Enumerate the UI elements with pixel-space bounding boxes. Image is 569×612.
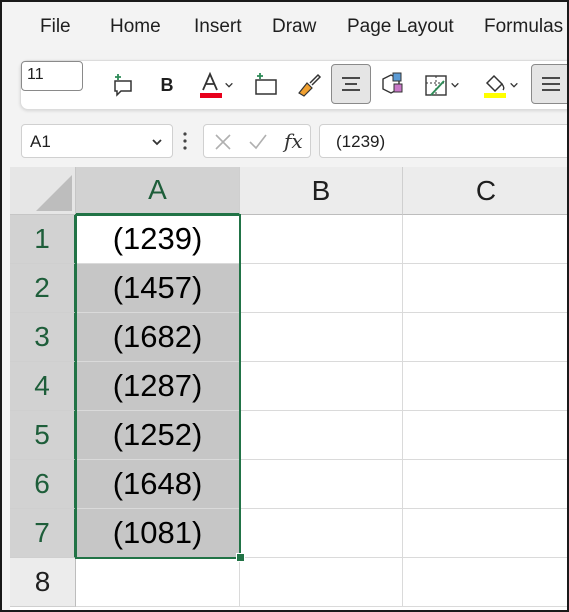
- font-size-dropdown[interactable]: 11: [21, 61, 567, 91]
- cell-a2[interactable]: (1457): [76, 264, 240, 313]
- align-lines-icon: [542, 77, 560, 91]
- formula-buttons: fx: [203, 124, 311, 158]
- chevron-down-icon: [451, 82, 459, 88]
- cell-c3[interactable]: [403, 313, 567, 362]
- tab-insert[interactable]: Insert: [194, 16, 242, 38]
- insert-cells-icon: [255, 73, 277, 95]
- chevron-down-icon: [510, 82, 518, 88]
- excel-window: File Home Insert Draw Page Layout Formul…: [0, 0, 569, 612]
- borders-button[interactable]: [419, 68, 463, 102]
- chevron-down-icon: [152, 139, 162, 146]
- bold-label: B: [160, 74, 174, 95]
- cell-a1[interactable]: (1239): [76, 215, 240, 264]
- cell-b4[interactable]: [240, 362, 403, 411]
- align-center-button[interactable]: [331, 64, 371, 104]
- cell-a4[interactable]: (1287): [76, 362, 240, 411]
- select-all-button[interactable]: [10, 167, 76, 215]
- row-header-3[interactable]: 3: [10, 313, 76, 362]
- cell-styles-button[interactable]: [377, 68, 409, 102]
- font-color-icon: [200, 71, 222, 98]
- font-size-value: 11: [27, 66, 44, 83]
- tab-home[interactable]: Home: [110, 16, 161, 38]
- tab-page-layout[interactable]: Page Layout: [347, 16, 454, 38]
- spreadsheet-grid: A B C 1 (1239) 2 (1457) 3 (1682) 4 (1287) 5 (1252…: [10, 167, 567, 610]
- cell-b5[interactable]: [240, 411, 403, 460]
- borders-icon: [425, 75, 447, 96]
- cell-b7[interactable]: [240, 509, 403, 558]
- cell-b3[interactable]: [240, 313, 403, 362]
- fill-color-button[interactable]: [477, 68, 523, 102]
- cell-a7[interactable]: (1081): [76, 509, 240, 558]
- column-header-b[interactable]: B: [240, 167, 403, 215]
- cell-b2[interactable]: [240, 264, 403, 313]
- cell-c8[interactable]: [403, 558, 567, 607]
- cell-a5[interactable]: (1252): [76, 411, 240, 460]
- bold-button[interactable]: B: [155, 68, 179, 102]
- column-header-a[interactable]: A: [76, 167, 240, 215]
- enter-check-icon[interactable]: [248, 133, 268, 151]
- tab-draw[interactable]: Draw: [272, 16, 316, 38]
- cell-a6[interactable]: (1648): [76, 460, 240, 509]
- ribbon-toolbar: 11 B: [20, 60, 567, 110]
- font-color-button[interactable]: [195, 68, 237, 102]
- cell-a8[interactable]: [76, 558, 240, 607]
- row-header-4[interactable]: 4: [10, 362, 76, 411]
- cell-a3[interactable]: (1682): [76, 313, 240, 362]
- select-all-triangle-icon: [36, 175, 72, 211]
- cell-c4[interactable]: [403, 362, 567, 411]
- name-box-value: A1: [30, 132, 51, 151]
- row-header-2[interactable]: 2: [10, 264, 76, 313]
- cell-b1[interactable]: [240, 215, 403, 264]
- fill-handle[interactable]: [236, 553, 245, 562]
- insert-function-button[interactable]: fx: [284, 129, 303, 153]
- name-box[interactable]: A1: [21, 124, 173, 158]
- format-painter-button[interactable]: [293, 68, 325, 102]
- menu-bar: File Home Insert Draw Page Layout Formul…: [2, 2, 567, 52]
- align-center-icon: [342, 77, 360, 91]
- row-header-6[interactable]: 6: [10, 460, 76, 509]
- insert-cells-button[interactable]: [251, 68, 281, 102]
- formula-value: (1239): [336, 132, 386, 151]
- comment-add-icon: [114, 74, 132, 97]
- row-header-1[interactable]: 1: [10, 215, 76, 264]
- formula-input[interactable]: (1239): [319, 124, 567, 158]
- new-comment-button[interactable]: [109, 68, 137, 102]
- format-painter-icon: [298, 73, 322, 97]
- cell-b8[interactable]: [240, 558, 403, 607]
- column-header-c[interactable]: C: [403, 167, 567, 215]
- tab-file[interactable]: File: [40, 16, 71, 38]
- more-options-icon[interactable]: [182, 130, 188, 152]
- fill-color-icon: [484, 74, 506, 98]
- cancel-icon[interactable]: [214, 133, 232, 151]
- row-header-8[interactable]: 8: [10, 558, 76, 607]
- cell-b6[interactable]: [240, 460, 403, 509]
- align-left-button[interactable]: [531, 64, 567, 104]
- cell-c1[interactable]: [403, 215, 567, 264]
- chevron-down-icon: [225, 82, 233, 88]
- cell-c7[interactable]: [403, 509, 567, 558]
- row-header-5[interactable]: 5: [10, 411, 76, 460]
- tab-formulas[interactable]: Formulas: [484, 16, 563, 38]
- cell-styles-icon: [382, 72, 403, 94]
- cell-c6[interactable]: [403, 460, 567, 509]
- cell-c2[interactable]: [403, 264, 567, 313]
- row-header-7[interactable]: 7: [10, 509, 76, 558]
- cell-c5[interactable]: [403, 411, 567, 460]
